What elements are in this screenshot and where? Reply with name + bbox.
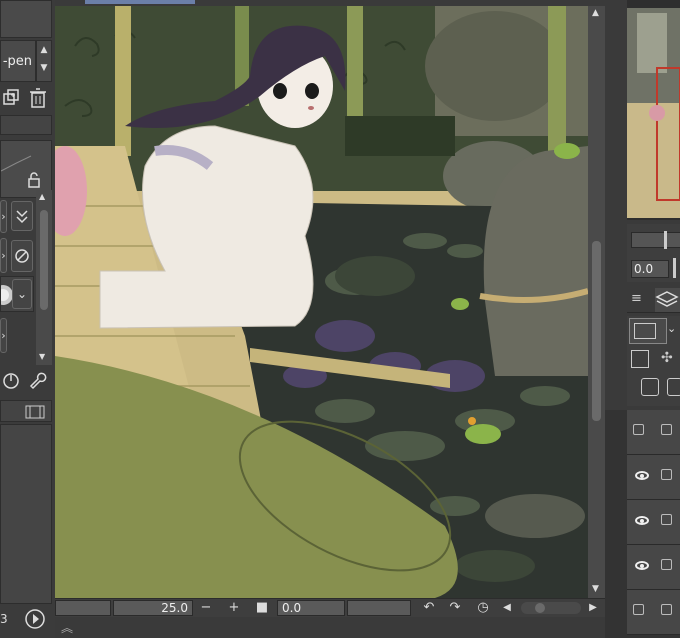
reset-rotation-icon[interactable]: ◷ [475, 599, 491, 617]
layer-row[interactable] [627, 590, 680, 635]
redo-icon[interactable]: ↷ [447, 599, 463, 617]
layer-lock-checkbox[interactable] [633, 604, 644, 615]
windmill-icon[interactable]: ✣ [661, 350, 673, 366]
layer-select-checkbox[interactable] [661, 604, 672, 615]
layer-select-checkbox[interactable] [661, 514, 672, 525]
rotation-field[interactable]: 0.0 [277, 600, 345, 616]
shrubs [345, 116, 455, 156]
scroll-down-icon[interactable]: ▼ [39, 352, 45, 361]
eye-icon[interactable] [635, 471, 649, 480]
tool-scrollbar[interactable]: ▲ ▼ [36, 190, 52, 365]
chevron-down-icon[interactable]: ▼ [41, 63, 48, 73]
layers-icon[interactable] [655, 288, 680, 312]
left-tool-panel: -pen ▲ ▼ › › ⌄ › ▲ ▼ 3 [0, 0, 55, 638]
prev-setting-button[interactable]: › [0, 200, 7, 233]
new-layer-icon[interactable] [631, 350, 649, 368]
no-entry-icon[interactable] [11, 240, 33, 272]
layer-row[interactable] [627, 410, 680, 455]
scroll-thumb[interactable] [40, 210, 48, 310]
check-icon[interactable] [11, 201, 33, 231]
menu-icon[interactable]: ≡ [631, 291, 642, 306]
rotation-slider-handle[interactable] [673, 258, 676, 278]
layer-row[interactable] [627, 455, 680, 500]
scroll-left-icon[interactable]: ◀ [499, 599, 515, 617]
frame-number: 3 [0, 612, 8, 626]
rotate-icon[interactable] [2, 372, 20, 390]
fit-view-button[interactable]: ■ [254, 599, 270, 617]
rotation-slider[interactable] [347, 600, 411, 616]
scroll-thumb[interactable] [535, 603, 545, 613]
drawing-canvas[interactable] [55, 6, 588, 598]
zoom-field[interactable]: 25.0 [113, 600, 193, 616]
bamboo-post-far [548, 6, 566, 156]
prev-setting-button-2[interactable]: › [0, 238, 7, 273]
navigator-preview [627, 8, 680, 218]
eye-icon[interactable] [635, 516, 649, 525]
chevron-up-icon[interactable]: ︽ [61, 619, 73, 636]
layer-select-checkbox[interactable] [661, 469, 672, 480]
tool-header-box[interactable] [0, 0, 52, 38]
layer-row[interactable] [627, 545, 680, 590]
layer-panel-header: ≡ [627, 288, 680, 313]
layer-toolbar: ⌄ ✣ [627, 316, 680, 406]
brush-name: -pen [2, 54, 32, 69]
chevron-up-icon[interactable]: ▲ [41, 45, 48, 55]
frog-middle [451, 298, 469, 310]
zoom-out-button[interactable]: − [198, 599, 214, 617]
tab-strip[interactable] [0, 115, 52, 135]
timeline-tab[interactable] [0, 400, 52, 422]
collapse-bar: ︽ [55, 617, 605, 638]
scroll-down-icon[interactable]: ▼ [592, 584, 599, 594]
scroll-up-icon[interactable]: ▲ [592, 8, 599, 18]
trash-icon[interactable] [28, 87, 48, 109]
layer-row[interactable] [627, 500, 680, 545]
frog-top [554, 143, 580, 159]
timeline-area [0, 424, 52, 604]
artwork [55, 6, 588, 598]
prev-setting-button-3[interactable]: › [0, 318, 7, 353]
rotation-field[interactable]: 0.0 [631, 260, 669, 278]
canvas-status-bar: 25.0 − + ■ 0.0 ↶ ↷ ◷ ◀ ▶ [55, 598, 605, 617]
right-panel: 0.0 ≡ ⌄ ✣ [605, 0, 680, 638]
scroll-thumb[interactable] [592, 241, 601, 421]
bamboo-post-left [115, 6, 131, 156]
layer-list [605, 410, 680, 638]
boulder-back [425, 11, 565, 121]
folder-icon[interactable] [667, 378, 680, 396]
navigator-field[interactable] [55, 600, 111, 616]
stroke-preview-curve [0, 155, 32, 172]
brush-scroll[interactable]: ▲ ▼ [36, 40, 52, 82]
undo-icon[interactable]: ↶ [421, 599, 437, 617]
layer-lock-checkbox[interactable] [633, 424, 644, 435]
film-icon[interactable] [25, 405, 45, 419]
scroll-right-icon[interactable]: ▶ [585, 599, 601, 617]
layer-select-checkbox[interactable] [661, 559, 672, 570]
tab-indicator [85, 0, 195, 4]
duplicate-icon[interactable] [2, 88, 22, 108]
scroll-up-icon[interactable]: ▲ [39, 192, 45, 201]
horizontal-scrollbar[interactable] [521, 602, 581, 614]
canvas-vertical-scrollbar[interactable]: ▲ ▼ [588, 6, 605, 598]
wrench-icon[interactable] [29, 372, 47, 390]
blend-mode-select[interactable] [629, 318, 667, 344]
zoom-slider[interactable] [631, 231, 680, 249]
zoom-in-button[interactable]: + [226, 599, 242, 617]
dropdown-icon[interactable]: ⌄ [667, 322, 676, 335]
play-icon[interactable] [24, 608, 46, 630]
brush-name-field[interactable]: -pen [0, 40, 36, 82]
brush-tip-dropdown[interactable]: ⌄ [12, 279, 32, 309]
layer-select-checkbox[interactable] [661, 424, 672, 435]
lock-icon[interactable] [27, 172, 43, 188]
eye-icon[interactable] [635, 561, 649, 570]
add-layer-icon[interactable] [641, 378, 659, 396]
navigator-controls: 0.0 [627, 224, 680, 282]
navigator-panel[interactable] [627, 0, 680, 220]
